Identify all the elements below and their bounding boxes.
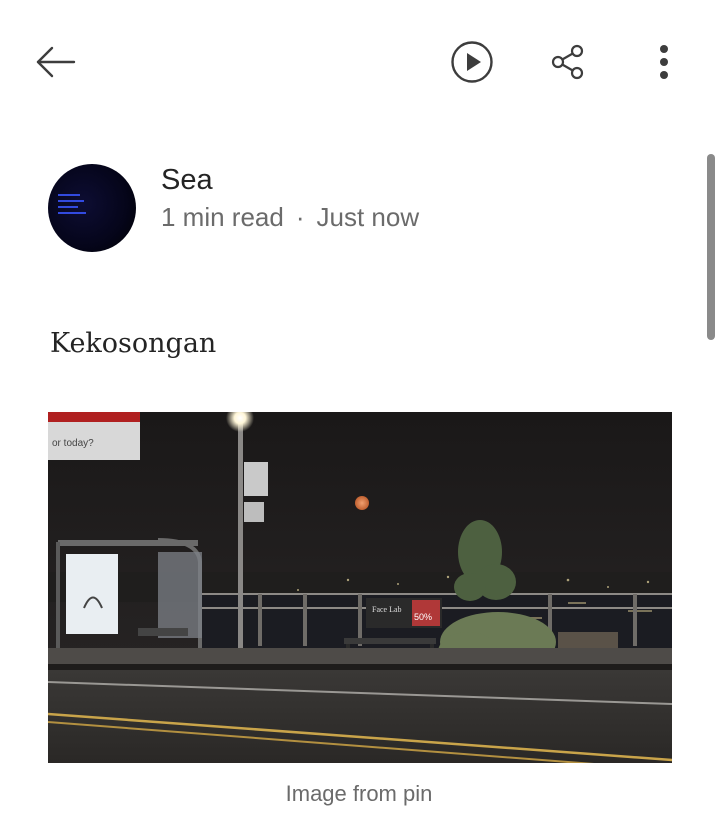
- image-caption: Image from pin: [285, 781, 433, 806]
- shop-sign-text: Face Lab: [372, 605, 402, 614]
- listen-button[interactable]: [446, 36, 498, 88]
- billboard-text: or today?: [52, 438, 94, 449]
- story-image[interactable]: or today? Face Lab 50%: [48, 412, 672, 763]
- play-circle-icon: [451, 41, 493, 83]
- read-time: 1 min read: [161, 202, 284, 232]
- share-icon: [551, 44, 584, 80]
- author-name[interactable]: Sea: [161, 164, 213, 197]
- sale-sign-text: 50%: [414, 612, 432, 622]
- story-meta: 1 min read · Just now: [161, 202, 419, 233]
- share-button[interactable]: [544, 38, 592, 86]
- back-button[interactable]: [30, 38, 82, 86]
- post-time: Just now: [316, 202, 420, 232]
- avatar[interactable]: [48, 164, 136, 252]
- meta-separator: ·: [295, 202, 305, 232]
- top-bar: [0, 0, 718, 120]
- author-block: Sea 1 min read · Just now: [48, 164, 648, 254]
- more-options-button[interactable]: [646, 38, 682, 86]
- scrollbar[interactable]: [707, 154, 715, 340]
- story-paragraph: Kekosongan: [50, 328, 217, 359]
- more-vertical-icon: [660, 45, 668, 79]
- arrow-left-icon: [36, 46, 76, 78]
